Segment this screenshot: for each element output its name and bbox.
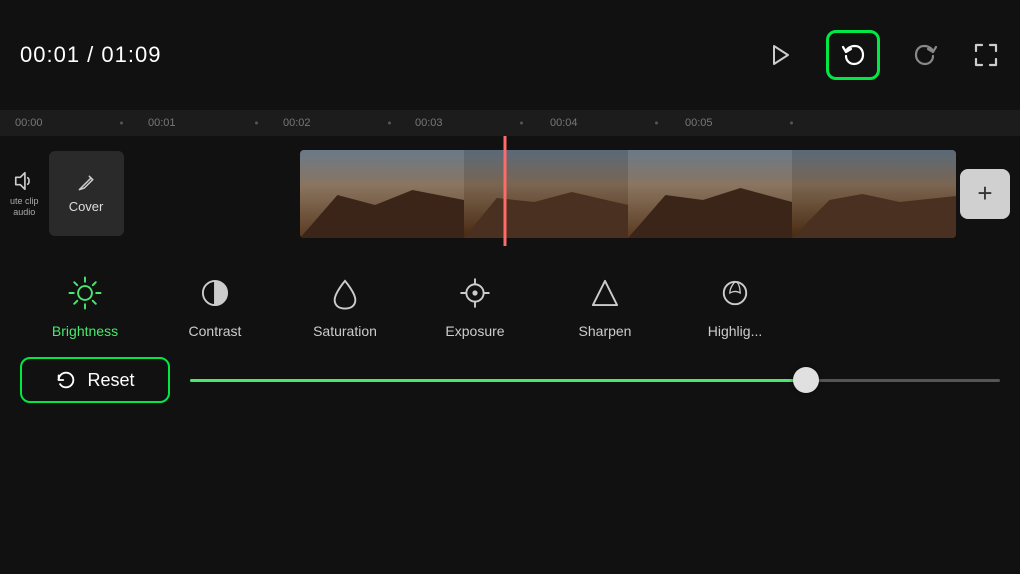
- slider-track: [190, 379, 1000, 382]
- total-time: 01:09: [101, 42, 161, 67]
- tool-contrast[interactable]: Contrast: [150, 271, 280, 339]
- play-button[interactable]: [766, 41, 794, 69]
- ruler-mark-1: 00:01: [148, 117, 176, 129]
- cover-label: Cover: [69, 199, 104, 214]
- ruler-mark-5: 00:05: [685, 117, 713, 129]
- contrast-icon: [196, 274, 234, 312]
- tool-row: Brightness Contrast Saturation: [0, 261, 1020, 349]
- action-row: Reset: [0, 349, 1020, 411]
- ruler-mark-0: 00:00: [15, 117, 43, 129]
- ruler-dot-1: [120, 122, 123, 125]
- sharpen-label: Sharpen: [579, 323, 632, 339]
- ruler-dot-5: [655, 122, 658, 125]
- fullscreen-icon: [972, 41, 1000, 69]
- highlight-icon-container: [713, 271, 757, 315]
- play-icon: [766, 41, 794, 69]
- reset-label: Reset: [87, 370, 134, 391]
- ruler-mark-3: 00:03: [415, 117, 443, 129]
- add-clip-button[interactable]: +: [960, 169, 1010, 219]
- cover-thumbnail[interactable]: Cover: [49, 151, 124, 236]
- reset-icon: [55, 369, 77, 391]
- sharpen-icon: [586, 274, 624, 312]
- current-time: 00:01: [20, 42, 80, 67]
- reset-button[interactable]: Reset: [20, 357, 170, 403]
- audio-icon: [13, 170, 35, 192]
- contrast-label: Contrast: [189, 323, 242, 339]
- ruler-dot-3: [388, 122, 391, 125]
- video-strip[interactable]: [300, 150, 956, 238]
- ruler-dot-2: [255, 122, 258, 125]
- contrast-icon-container: [193, 271, 237, 315]
- tool-highlight[interactable]: Highlig...: [670, 271, 800, 339]
- fullscreen-button[interactable]: [972, 41, 1000, 69]
- top-controls: [766, 30, 1000, 80]
- timeline-ruler: 00:00 00:01 00:02 00:03 00:04 00:05: [0, 110, 1020, 136]
- video-thumbnail-svg: [300, 150, 956, 238]
- saturation-icon: [326, 274, 364, 312]
- time-separator: /: [80, 42, 101, 67]
- tool-brightness[interactable]: Brightness: [20, 271, 150, 339]
- highlight-icon: [716, 274, 754, 312]
- playhead: [504, 136, 507, 246]
- ruler-dot-6: [790, 122, 793, 125]
- add-icon: +: [977, 178, 992, 209]
- tool-sharpen[interactable]: Sharpen: [540, 271, 670, 339]
- brightness-icon: [66, 274, 104, 312]
- ruler-dot-4: [520, 122, 523, 125]
- audio-label: ute clipaudio: [10, 196, 39, 218]
- tool-saturation[interactable]: Saturation: [280, 271, 410, 339]
- brightness-label: Brightness: [52, 323, 118, 339]
- edit-icon: [76, 173, 96, 193]
- left-panel: ute clipaudio Cover: [0, 136, 300, 251]
- clip-area: ute clipaudio Cover: [0, 136, 1020, 251]
- saturation-label: Saturation: [313, 323, 377, 339]
- ruler-mark-4: 00:04: [550, 117, 578, 129]
- bottom-section: Brightness Contrast Saturation: [0, 251, 1020, 411]
- undo-icon: [839, 41, 867, 69]
- exposure-icon: [456, 274, 494, 312]
- saturation-icon-container: [323, 271, 367, 315]
- audio-icon-area: ute clipaudio: [10, 170, 39, 218]
- slider-container: [190, 379, 1000, 382]
- highlight-label: Highlig...: [708, 323, 762, 339]
- slider-fill: [190, 379, 806, 382]
- sharpen-icon-container: [583, 271, 627, 315]
- brightness-icon-container: [63, 271, 107, 315]
- ruler-mark-2: 00:02: [283, 117, 311, 129]
- exposure-icon-container: [453, 271, 497, 315]
- undo-button[interactable]: [826, 30, 880, 80]
- tool-exposure[interactable]: Exposure: [410, 271, 540, 339]
- redo-icon: [912, 41, 940, 69]
- redo-button[interactable]: [912, 41, 940, 69]
- time-display: 00:01 / 01:09: [20, 42, 161, 68]
- top-bar: 00:01 / 01:09: [0, 0, 1020, 110]
- video-strip-background: [300, 150, 956, 238]
- exposure-label: Exposure: [445, 323, 504, 339]
- slider-handle[interactable]: [793, 367, 819, 393]
